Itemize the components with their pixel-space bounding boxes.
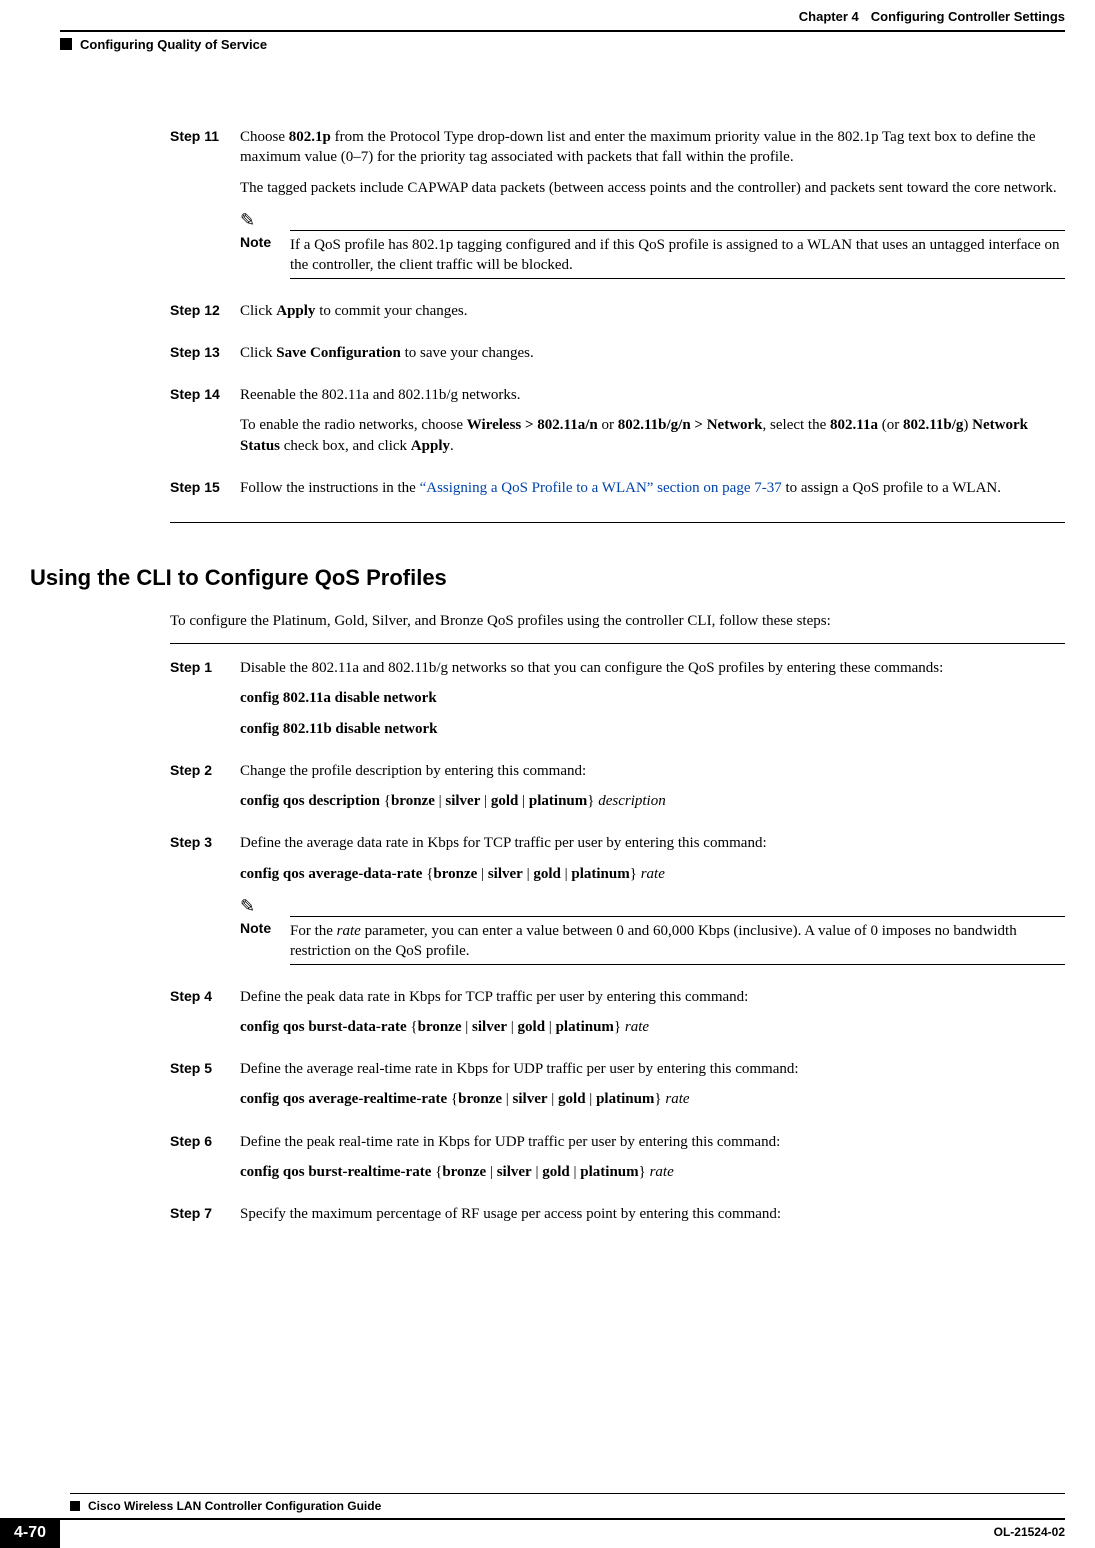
step-paragraph: Follow the instructions in the “Assignin… — [240, 478, 1065, 498]
step-label: Step 2 — [170, 761, 240, 822]
chapter-title: Configuring Controller Settings — [871, 8, 1065, 26]
step-label: Step 14 — [170, 385, 240, 466]
step-label: Step 13 — [170, 343, 240, 373]
chapter-label: Chapter 4 — [799, 8, 859, 26]
step-body: Choose 802.1p from the Protocol Type dro… — [240, 127, 1065, 289]
step-label: Step 7 — [170, 1204, 240, 1234]
step-paragraph: Click Save Configuration to save your ch… — [240, 343, 1065, 363]
step-paragraph: Define the average data rate in Kbps for… — [240, 833, 1065, 853]
note-rule-bottom — [290, 278, 1065, 279]
step-label: Step 1 — [170, 658, 240, 749]
step-paragraph: Reenable the 802.11a and 802.11b/g netwo… — [240, 385, 1065, 405]
note-pencil-icon: ✎ — [240, 208, 1065, 232]
running-header: Chapter 4 Configuring Controller Setting… — [0, 0, 1095, 30]
note-block: ✎NoteIf a QoS profile has 802.1p tagging… — [240, 208, 1065, 279]
note-pencil-icon: ✎ — [240, 894, 1065, 918]
page-number: 4-70 — [0, 1518, 60, 1548]
step-body: Change the profile description by enteri… — [240, 761, 1065, 822]
step-paragraph: The tagged packets include CAPWAP data p… — [240, 178, 1065, 198]
step-paragraph: Change the profile description by enteri… — [240, 761, 1065, 781]
section-rule — [170, 643, 1065, 644]
step-paragraph: Disable the 802.11a and 802.11b/g networ… — [240, 658, 1065, 678]
step-row: Step 15Follow the instructions in the “A… — [170, 478, 1065, 508]
step-body: Define the average real-time rate in Kbp… — [240, 1059, 1065, 1120]
step-body: Define the average data rate in Kbps for… — [240, 833, 1065, 974]
step-label: Step 15 — [170, 478, 240, 508]
page-footer: Cisco Wireless LAN Controller Configurat… — [0, 1493, 1095, 1548]
step-row: Step 2Change the profile description by … — [170, 761, 1065, 822]
step-body: Specify the maximum percentage of RF usa… — [240, 1204, 1065, 1234]
step-row: Step 13Click Save Configuration to save … — [170, 343, 1065, 373]
header-subsection-text: Configuring Quality of Service — [80, 36, 267, 54]
step-paragraph: config qos burst-realtime-rate {bronze |… — [240, 1162, 1065, 1182]
step-row: Step 1Disable the 802.11a and 802.11b/g … — [170, 658, 1065, 749]
step-label: Step 6 — [170, 1132, 240, 1193]
note-label: Note — [240, 919, 290, 962]
footer-book-title: Cisco Wireless LAN Controller Configurat… — [88, 1498, 381, 1514]
step-body: Define the peak real-time rate in Kbps f… — [240, 1132, 1065, 1193]
step-paragraph: config qos burst-data-rate {bronze | sil… — [240, 1017, 1065, 1037]
step-paragraph: Click Apply to commit your changes. — [240, 301, 1065, 321]
step-paragraph: Define the peak data rate in Kbps for TC… — [240, 987, 1065, 1007]
step-body: Click Apply to commit your changes. — [240, 301, 1065, 331]
step-row: Step 3Define the average data rate in Kb… — [170, 833, 1065, 974]
step-paragraph: config 802.11b disable network — [240, 719, 1065, 739]
section-end-rule — [170, 522, 1065, 523]
footer-doc-id: OL-21524-02 — [994, 1524, 1065, 1540]
step-paragraph: Define the peak real-time rate in Kbps f… — [240, 1132, 1065, 1152]
step-row: Step 14Reenable the 802.11a and 802.11b/… — [170, 385, 1065, 466]
header-subsection: Configuring Quality of Service — [0, 32, 1095, 58]
step-row: Step 4Define the peak data rate in Kbps … — [170, 987, 1065, 1048]
step-paragraph: config 802.11a disable network — [240, 688, 1065, 708]
footer-square-icon — [70, 1501, 80, 1511]
step-row: Step 5Define the average real-time rate … — [170, 1059, 1065, 1120]
step-label: Step 12 — [170, 301, 240, 331]
step-body: Define the peak data rate in Kbps for TC… — [240, 987, 1065, 1048]
note-text: For the rate parameter, you can enter a … — [290, 919, 1065, 962]
step-body: Click Save Configuration to save your ch… — [240, 343, 1065, 373]
step-body: Follow the instructions in the “Assignin… — [240, 478, 1065, 508]
step-paragraph: To enable the radio networks, choose Wir… — [240, 415, 1065, 456]
step-paragraph: Specify the maximum percentage of RF usa… — [240, 1204, 1065, 1224]
step-row: Step 6Define the peak real-time rate in … — [170, 1132, 1065, 1193]
step-label: Step 3 — [170, 833, 240, 974]
step-label: Step 5 — [170, 1059, 240, 1120]
step-row: Step 11Choose 802.1p from the Protocol T… — [170, 127, 1065, 289]
section-intro: To configure the Platinum, Gold, Silver,… — [170, 611, 1065, 631]
note-text: If a QoS profile has 802.1p tagging conf… — [290, 233, 1065, 276]
step-label: Step 4 — [170, 987, 240, 1048]
content-block-a: Step 11Choose 802.1p from the Protocol T… — [0, 57, 1095, 523]
step-paragraph: config qos description {bronze | silver … — [240, 791, 1065, 811]
step-paragraph: Choose 802.1p from the Protocol Type dro… — [240, 127, 1065, 168]
section-heading: Using the CLI to Configure QoS Profiles — [30, 563, 1095, 593]
step-paragraph: Define the average real-time rate in Kbp… — [240, 1059, 1065, 1079]
note-row: NoteFor the rate parameter, you can ente… — [240, 917, 1065, 964]
note-block: ✎NoteFor the rate parameter, you can ent… — [240, 894, 1065, 965]
step-row: Step 7Specify the maximum percentage of … — [170, 1204, 1065, 1234]
header-square-icon — [60, 38, 72, 50]
step-row: Step 12Click Apply to commit your change… — [170, 301, 1065, 331]
step-paragraph: config qos average-data-rate {bronze | s… — [240, 864, 1065, 884]
step-label: Step 11 — [170, 127, 240, 289]
step-paragraph: config qos average-realtime-rate {bronze… — [240, 1089, 1065, 1109]
step-body: Disable the 802.11a and 802.11b/g networ… — [240, 658, 1065, 749]
step-body: Reenable the 802.11a and 802.11b/g netwo… — [240, 385, 1065, 466]
note-label: Note — [240, 233, 290, 276]
note-rule-bottom — [290, 964, 1065, 965]
note-row: NoteIf a QoS profile has 802.1p tagging … — [240, 231, 1065, 278]
document-page: Chapter 4 Configuring Controller Setting… — [0, 0, 1095, 1548]
content-block-b: Step 1Disable the 802.11a and 802.11b/g … — [0, 658, 1095, 1234]
